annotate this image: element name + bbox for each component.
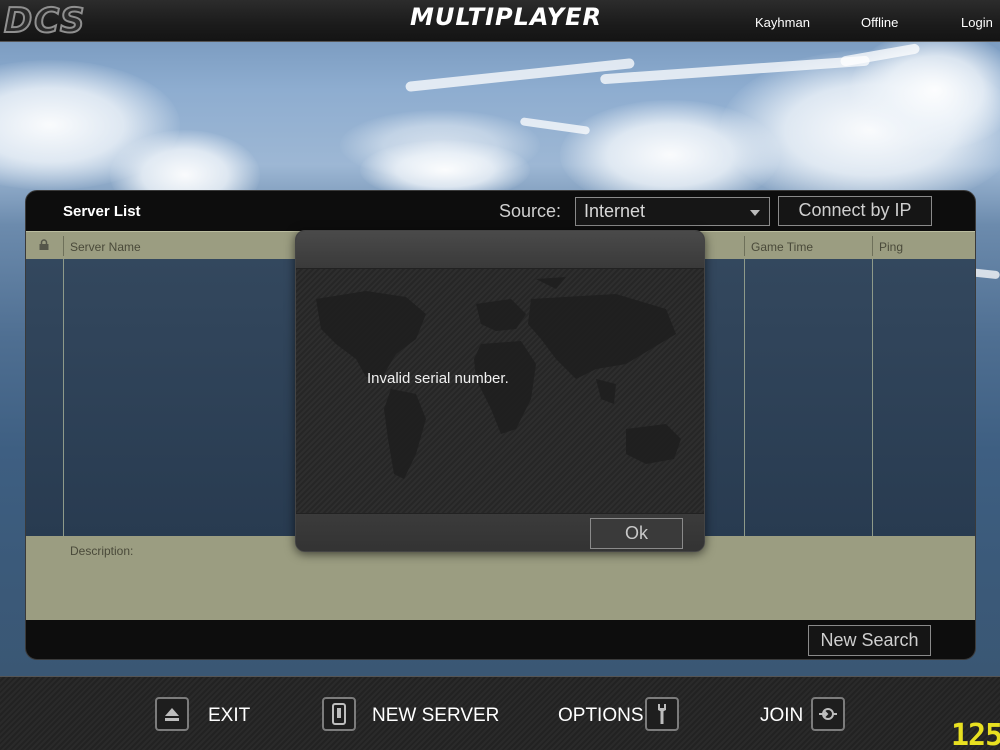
dialog-footer: Ok	[296, 513, 704, 551]
source-dropdown-value: Internet	[584, 201, 646, 221]
connection-status: Offline	[861, 15, 899, 30]
ok-button[interactable]: Ok	[590, 518, 683, 549]
top-bar: DCS MULTIPLAYER Kayhman Offline Login	[0, 0, 1000, 42]
new-server-button[interactable]: NEW SERVER	[372, 705, 499, 727]
fps-counter: 125	[951, 718, 1000, 750]
bottom-action-bar: EXIT NEW SERVER OPTIONS JOIN	[0, 676, 1000, 750]
options-button[interactable]: OPTIONS	[558, 705, 644, 727]
login-link[interactable]: Login	[961, 15, 993, 30]
dcs-logo: DCS	[3, 0, 87, 42]
source-dropdown[interactable]: Internet	[575, 197, 770, 226]
new-search-button[interactable]: New Search	[808, 625, 931, 656]
exit-button[interactable]: EXIT	[208, 705, 250, 727]
dialog-message: Invalid serial number.	[367, 370, 509, 387]
eject-icon[interactable]	[155, 697, 189, 731]
column-game-time[interactable]: Game Time	[751, 240, 813, 254]
chevron-down-icon	[750, 210, 760, 216]
page-title: MULTIPLAYER	[410, 3, 602, 31]
lock-icon[interactable]	[38, 239, 50, 251]
error-dialog: Invalid serial number. Ok	[295, 230, 705, 552]
source-label: Source:	[499, 201, 562, 221]
world-map-icon	[316, 277, 681, 479]
server-list-title: Server List	[63, 203, 141, 220]
join-button[interactable]: JOIN	[760, 705, 803, 727]
dialog-header	[296, 231, 704, 269]
server-icon[interactable]	[322, 697, 356, 731]
wrench-icon[interactable]	[645, 697, 679, 731]
column-ping[interactable]: Ping	[879, 240, 903, 254]
description-label: Description:	[70, 544, 134, 558]
column-server-name[interactable]: Server Name	[70, 240, 141, 254]
connect-by-ip-button[interactable]: Connect by IP	[778, 196, 932, 226]
join-icon[interactable]	[811, 697, 845, 731]
username-label: Kayhman	[755, 15, 810, 30]
